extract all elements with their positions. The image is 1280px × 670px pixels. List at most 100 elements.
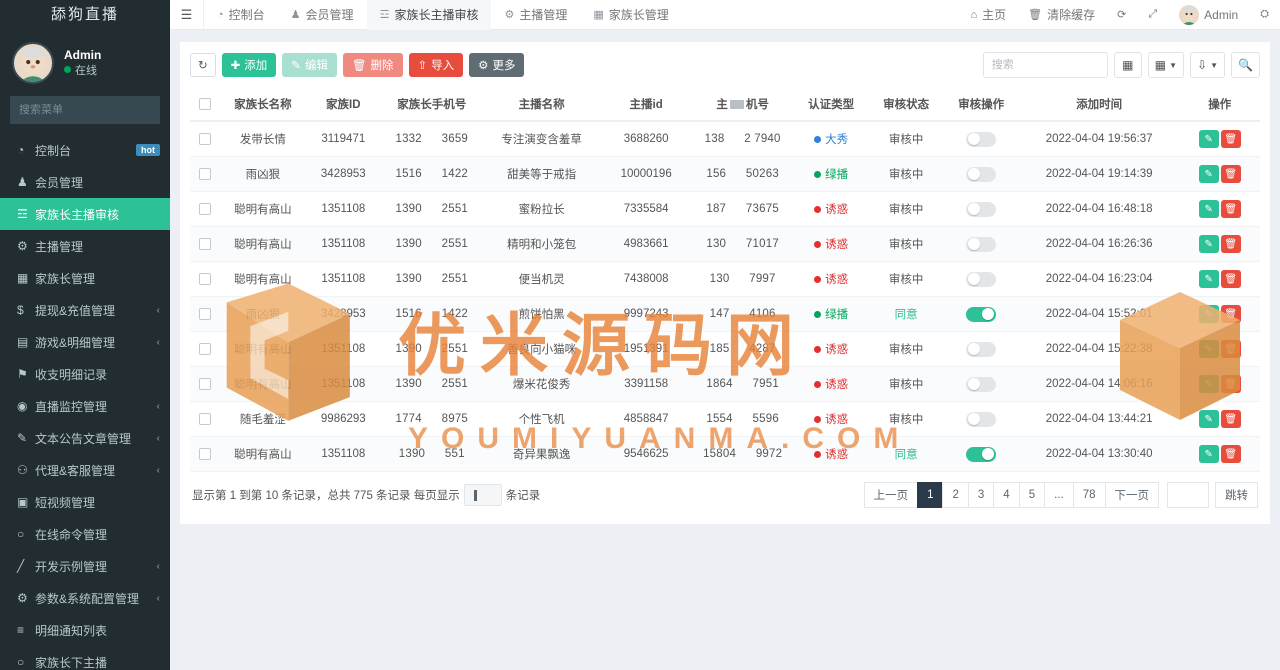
row-edit-button[interactable]: ✎ — [1198, 130, 1219, 148]
row-delete-button[interactable]: 🗑 — [1220, 165, 1241, 183]
row-checkbox[interactable] — [199, 412, 211, 425]
row-delete-button[interactable]: 🗑 — [1220, 235, 1241, 253]
search-button[interactable]: 🔍 — [1231, 52, 1260, 78]
pagination-page-6[interactable]: 78 — [1072, 482, 1105, 508]
table-row[interactable]: 聪明有高山 1351108 1390 2551 善良向小猫咪 1951391 185 42… — [190, 331, 1260, 367]
row-checkbox[interactable] — [199, 342, 211, 355]
add-button[interactable]: ✚ 添加 — [221, 53, 277, 77]
audit-toggle[interactable] — [966, 446, 997, 462]
audit-toggle[interactable] — [966, 376, 997, 392]
row-edit-button[interactable]: ✎ — [1198, 375, 1219, 393]
delete-button[interactable]: 🗑 删除 — [342, 53, 403, 77]
row-delete-button[interactable]: 🗑 — [1220, 305, 1241, 323]
sidebar-item-16[interactable]: ○ 家族长下主播 — [0, 646, 170, 670]
topnav-action-5[interactable]: ⛭ — [1249, 0, 1280, 30]
pagination-page-3[interactable]: 4 — [993, 482, 1019, 508]
refresh-button[interactable]: ↻ — [190, 53, 216, 77]
row-select-cell[interactable] — [190, 121, 221, 157]
audit-toggle-cell[interactable] — [943, 296, 1019, 332]
audit-toggle[interactable] — [966, 201, 997, 217]
table-row[interactable]: 聪明有高山 1351108 1390 2551 便当机灵 7438008 130 7997… — [190, 261, 1260, 297]
row-select-cell[interactable] — [190, 296, 221, 332]
row-edit-button[interactable]: ✎ — [1198, 235, 1219, 253]
row-delete-button[interactable]: 🗑 — [1220, 410, 1241, 428]
topnav-action-0[interactable]: ⌂ 主页 — [959, 0, 1017, 30]
sidebar-item-10[interactable]: ⚇ 代理&客服管理 ‹ — [0, 454, 170, 486]
row-delete-button[interactable]: 🗑 — [1220, 340, 1241, 358]
export-button[interactable]: ⇩ ▼ — [1190, 52, 1226, 78]
pagination-page-4[interactable]: 5 — [1018, 482, 1045, 508]
topnav-action-3[interactable]: ⤢ — [1137, 0, 1168, 30]
menu-search[interactable]: 🔍 — [10, 96, 169, 124]
pagination-jump-button[interactable]: 跳转 — [1215, 482, 1258, 508]
audit-toggle[interactable] — [966, 271, 997, 287]
audit-toggle[interactable] — [966, 166, 997, 182]
row-select-cell[interactable] — [190, 366, 221, 402]
audit-toggle[interactable] — [966, 306, 997, 322]
audit-toggle-cell[interactable] — [943, 261, 1019, 297]
row-edit-button[interactable]: ✎ — [1198, 165, 1219, 183]
sidebar-item-6[interactable]: ▤ 游戏&明细管理 ‹ — [0, 326, 170, 358]
select-all-header[interactable] — [190, 88, 221, 122]
menu-search-input[interactable] — [11, 104, 169, 116]
row-edit-button[interactable]: ✎ — [1198, 445, 1219, 463]
edit-button[interactable]: ✎ 编辑 — [282, 53, 337, 77]
row-delete-button[interactable]: 🗑 — [1220, 270, 1241, 288]
sidebar-item-15[interactable]: ≡ 明细通知列表 — [0, 614, 170, 646]
row-edit-button[interactable]: ✎ — [1198, 340, 1219, 358]
row-delete-button[interactable]: 🗑 — [1220, 375, 1241, 393]
row-select-cell[interactable] — [190, 331, 221, 367]
select-all-checkbox[interactable] — [199, 97, 211, 110]
sidebar-item-1[interactable]: ♟ 会员管理 — [0, 166, 170, 198]
more-button[interactable]: ⚙ 更多 — [469, 53, 525, 77]
audit-toggle-cell[interactable] — [943, 226, 1019, 262]
sidebar-item-13[interactable]: ╱ 开发示例管理 ‹ — [0, 550, 170, 582]
topnav-action-1[interactable]: 🗑 清除缓存 — [1017, 0, 1106, 30]
pagination-jump-input[interactable] — [1167, 482, 1209, 508]
sidebar-item-2[interactable]: ☲ 家族长主播审核 — [0, 198, 170, 230]
table-row[interactable]: 雨凶狠 3428953 1516 1422 煎饼怕黑 9997243 147 4106 绿播… — [190, 296, 1260, 332]
pagination-page-2[interactable]: 3 — [967, 482, 994, 508]
pagination-page-1[interactable]: 2 — [942, 482, 968, 508]
sidebar-item-12[interactable]: ○ 在线命令管理 — [0, 518, 170, 550]
tab-1[interactable]: ♟ 会员管理 — [278, 0, 367, 30]
audit-toggle[interactable] — [966, 341, 997, 357]
row-delete-button[interactable]: 🗑 — [1220, 200, 1241, 218]
audit-toggle-cell[interactable] — [943, 331, 1019, 367]
row-checkbox[interactable] — [199, 447, 211, 460]
search-input[interactable] — [982, 52, 1108, 78]
per-page-select[interactable] — [463, 484, 502, 506]
row-edit-button[interactable]: ✎ — [1198, 305, 1219, 323]
audit-toggle[interactable] — [966, 131, 997, 147]
sidebar-item-8[interactable]: ◉ 直播监控管理 ‹ — [0, 390, 170, 422]
sidebar-item-11[interactable]: ▣ 短视频管理 — [0, 486, 170, 518]
row-select-cell[interactable] — [190, 226, 221, 262]
row-checkbox[interactable] — [199, 237, 211, 250]
sidebar-item-9[interactable]: ✎ 文本公告文章管理 ‹ — [0, 422, 170, 454]
audit-toggle-cell[interactable] — [943, 191, 1019, 227]
row-select-cell[interactable] — [190, 401, 221, 437]
row-edit-button[interactable]: ✎ — [1198, 200, 1219, 218]
sidebar-item-0[interactable]: ◔ 控制台 hot — [0, 134, 170, 166]
row-delete-button[interactable]: 🗑 — [1220, 130, 1241, 148]
tab-0[interactable]: ◔ 控制台 — [204, 0, 278, 30]
audit-toggle-cell[interactable] — [943, 401, 1019, 437]
sidebar-item-3[interactable]: ⚙ 主播管理 — [0, 230, 170, 262]
row-checkbox[interactable] — [199, 377, 211, 390]
audit-toggle[interactable] — [966, 236, 997, 252]
audit-toggle[interactable] — [966, 411, 997, 427]
row-checkbox[interactable] — [199, 132, 211, 145]
table-row[interactable]: 雨凶狠 3428953 1516 1422 甜美等于戒指 10000196 156 502… — [190, 156, 1260, 192]
table-row[interactable]: 聪明有高山 1351108 1390 2551 精明和小笼包 4983661 130 71… — [190, 226, 1260, 262]
row-select-cell[interactable] — [190, 156, 221, 192]
sidebar-item-7[interactable]: ⚑ 收支明细记录 — [0, 358, 170, 390]
row-delete-button[interactable]: 🗑 — [1220, 445, 1241, 463]
pagination-page-0[interactable]: 1 — [917, 482, 943, 508]
table-row[interactable]: 随毛羞涩 9986293 1774 8975 个性飞机 4858847 1554 5596… — [190, 401, 1260, 437]
row-edit-button[interactable]: ✎ — [1198, 410, 1219, 428]
topnav-action-2[interactable]: ⟳ — [1106, 0, 1137, 30]
pagination-next[interactable]: 下一页 — [1104, 482, 1159, 508]
row-checkbox[interactable] — [199, 202, 211, 215]
row-checkbox[interactable] — [199, 272, 211, 285]
audit-toggle-cell[interactable] — [943, 366, 1019, 402]
